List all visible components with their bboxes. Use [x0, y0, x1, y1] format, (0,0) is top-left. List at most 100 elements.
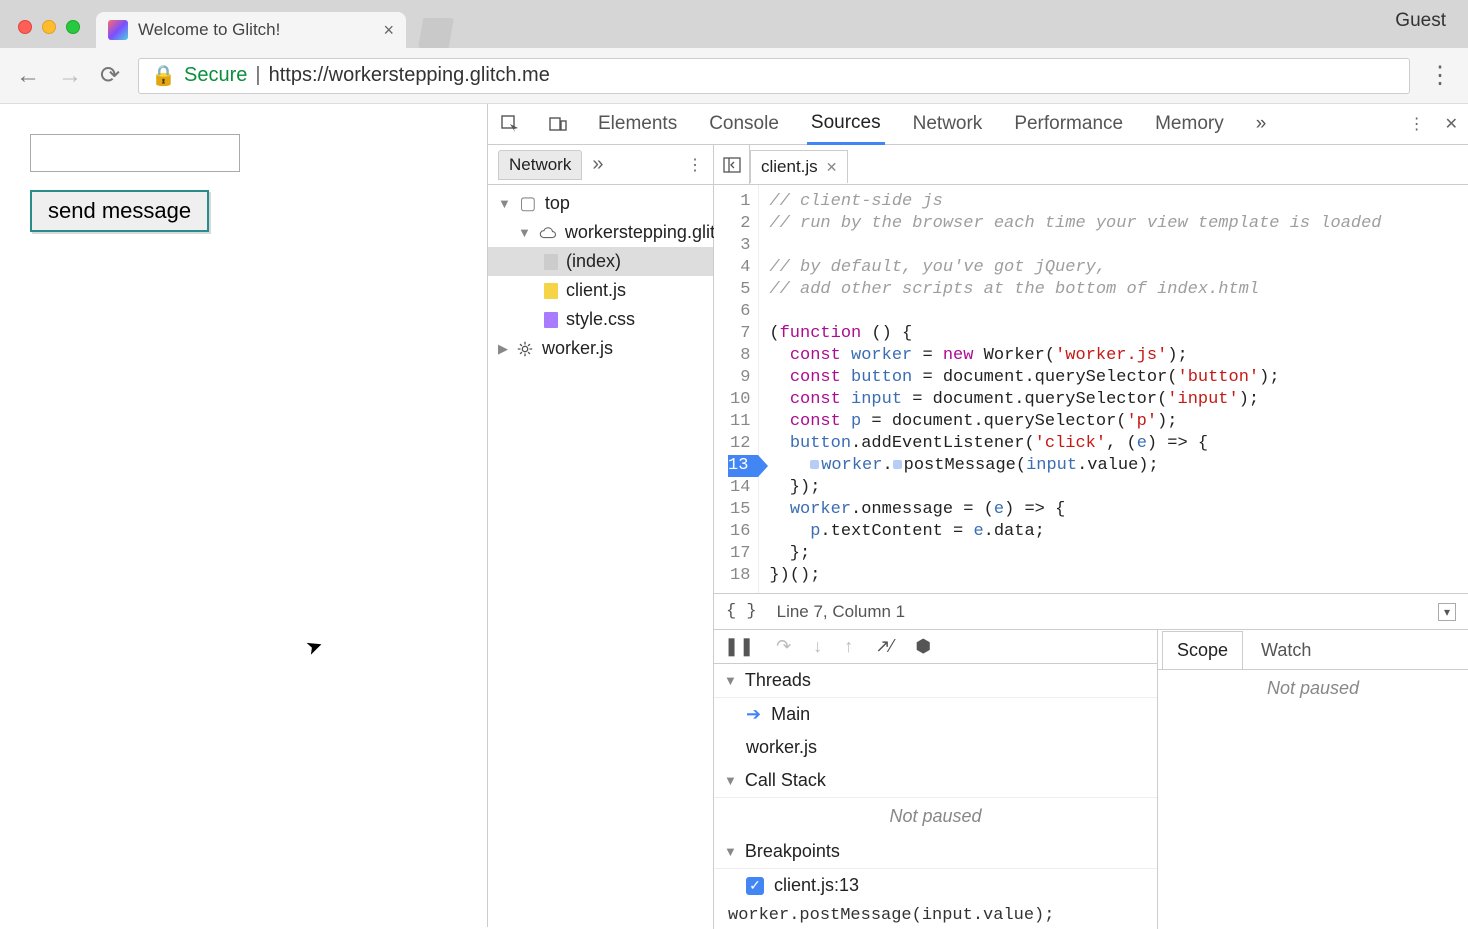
tree-file-stylecss[interactable]: style.css	[488, 305, 713, 334]
callstack-label: Call Stack	[745, 770, 826, 791]
tree-worker[interactable]: ▶ worker.js	[488, 334, 713, 363]
page-viewport: send message	[0, 104, 488, 927]
toggle-navigator-icon[interactable]	[714, 145, 750, 184]
pause-on-exceptions-icon[interactable]: ⬢	[915, 636, 931, 657]
browser-tab-strip: Welcome to Glitch! × Guest	[0, 0, 1468, 48]
message-input[interactable]	[30, 134, 240, 172]
window-close-button[interactable]	[18, 20, 32, 34]
tree-file-label: style.css	[566, 309, 635, 330]
tab-scope[interactable]: Scope	[1162, 631, 1243, 669]
editor-tab-close-icon[interactable]: ✕	[826, 159, 838, 176]
window-maximize-button[interactable]	[66, 20, 80, 34]
tree-file-label: client.js	[566, 280, 626, 301]
tree-worker-label: worker.js	[542, 338, 613, 359]
css-file-icon	[544, 312, 558, 328]
tab-favicon	[108, 20, 128, 40]
devtools-tabbar: Elements Console Sources Network Perform…	[488, 104, 1468, 145]
reload-button[interactable]: ⟳	[100, 61, 120, 90]
tree-domain[interactable]: ▼ workerstepping.glitch	[488, 218, 713, 247]
callstack-empty: Not paused	[714, 798, 1157, 835]
profile-guest-label[interactable]: Guest	[1395, 10, 1446, 32]
tab-console[interactable]: Console	[705, 105, 783, 143]
inspect-element-icon[interactable]	[498, 112, 522, 136]
tab-network[interactable]: Network	[909, 105, 987, 143]
code-editor: client.js ✕ 123456789101112131415161718 …	[714, 145, 1468, 929]
url-omnibox[interactable]: 🔒 Secure | https://workerstepping.glitch…	[138, 58, 1410, 94]
breakpoint-file: client.js:13	[774, 875, 859, 896]
active-thread-arrow-icon: ➔	[746, 704, 761, 725]
tab-close-icon[interactable]: ×	[383, 20, 394, 41]
line-gutter[interactable]: 123456789101112131415161718	[714, 185, 759, 593]
tree-frame-label: top	[545, 193, 570, 214]
editor-tab-bar: client.js ✕	[714, 145, 1468, 185]
thread-label: Main	[771, 704, 810, 725]
scope-empty: Not paused	[1158, 670, 1468, 707]
disclosure-triangle-icon[interactable]: ▼	[498, 196, 511, 211]
pretty-print-icon[interactable]: { }	[726, 602, 757, 621]
forward-button[interactable]: →	[58, 62, 82, 90]
breakpoints-header[interactable]: ▼ Breakpoints	[714, 835, 1157, 869]
show-console-icon[interactable]: ▾	[1438, 603, 1456, 621]
scope-tab-bar: Scope Watch	[1158, 630, 1468, 670]
devtools-panel: Elements Console Sources Network Perform…	[488, 104, 1468, 927]
threads-header[interactable]: ▼ Threads	[714, 664, 1157, 698]
tab-memory[interactable]: Memory	[1151, 105, 1228, 143]
send-message-button[interactable]: send message	[30, 190, 209, 232]
step-out-icon[interactable]: ↑	[844, 636, 853, 657]
device-toolbar-icon[interactable]	[546, 112, 570, 136]
editor-tab-clientjs[interactable]: client.js ✕	[750, 150, 848, 183]
editor-footer: { } Line 7, Column 1 ▾	[714, 593, 1468, 629]
tab-watch[interactable]: Watch	[1247, 632, 1325, 669]
navigator-tab-network[interactable]: Network	[498, 150, 582, 180]
breakpoint-item[interactable]: ✓ client.js:13	[714, 869, 1157, 902]
lock-icon: 🔒	[151, 63, 176, 88]
thread-label: worker.js	[746, 737, 817, 758]
code-area[interactable]: 123456789101112131415161718 // client-si…	[714, 185, 1468, 593]
url-separator: |	[255, 64, 260, 87]
devtools-close-icon[interactable]: ✕	[1445, 114, 1458, 134]
disclosure-triangle-icon[interactable]: ▼	[724, 773, 737, 788]
cloud-icon	[539, 226, 557, 240]
devtools-settings-icon[interactable]: ⋮	[1409, 114, 1425, 134]
pause-icon[interactable]: ❚❚	[724, 636, 754, 657]
tree-frame-top[interactable]: ▼ top	[488, 189, 713, 218]
deactivate-breakpoints-icon[interactable]: ↗⁄	[875, 636, 893, 657]
tree-file-index[interactable]: (index)	[488, 247, 713, 276]
step-into-icon[interactable]: ↓	[813, 636, 822, 657]
debugger-left-pane: ❚❚ ↷ ↓ ↑ ↗⁄ ⬢ ▼ Threads ➔	[714, 630, 1158, 929]
tree-domain-label: workerstepping.glitch	[565, 222, 734, 243]
new-tab-button[interactable]	[418, 18, 454, 48]
tab-performance[interactable]: Performance	[1010, 105, 1127, 143]
tab-elements[interactable]: Elements	[594, 105, 681, 143]
disclosure-triangle-icon[interactable]: ▶	[498, 341, 508, 357]
breakpoint-checkbox[interactable]: ✓	[746, 877, 764, 895]
tree-file-label: (index)	[566, 251, 621, 272]
url-text: https://workerstepping.glitch.me	[269, 64, 550, 87]
breakpoints-label: Breakpoints	[745, 841, 840, 862]
tab-sources[interactable]: Sources	[807, 104, 885, 145]
breakpoint-snippet: worker.postMessage(input.value);	[714, 902, 1157, 929]
browser-menu-icon[interactable]: ⋮	[1428, 61, 1452, 90]
tree-file-clientjs[interactable]: client.js	[488, 276, 713, 305]
disclosure-triangle-icon[interactable]: ▼	[724, 844, 737, 859]
step-over-icon[interactable]: ↷	[776, 636, 791, 657]
navigator-tabs-overflow-icon[interactable]: »	[592, 153, 603, 176]
thread-worker[interactable]: worker.js	[714, 731, 1157, 764]
js-file-icon	[544, 283, 558, 299]
navigator-menu-icon[interactable]: ⋮	[687, 155, 703, 175]
disclosure-triangle-icon[interactable]: ▼	[724, 673, 737, 688]
code-lines[interactable]: // client-side js// run by the browser e…	[759, 185, 1391, 593]
worker-gear-icon	[516, 340, 534, 358]
debugger-toolbar: ❚❚ ↷ ↓ ↑ ↗⁄ ⬢	[714, 630, 1157, 664]
sources-navigator: Network » ⋮ ▼ top ▼ workerstepping.glitc…	[488, 145, 714, 929]
callstack-header[interactable]: ▼ Call Stack	[714, 764, 1157, 798]
disclosure-triangle-icon[interactable]: ▼	[518, 225, 531, 240]
tabs-overflow-icon[interactable]: »	[1252, 105, 1271, 143]
navigator-header: Network » ⋮	[488, 145, 713, 185]
debugger-panels: ❚❚ ↷ ↓ ↑ ↗⁄ ⬢ ▼ Threads ➔	[714, 629, 1468, 929]
thread-main[interactable]: ➔ Main	[714, 698, 1157, 731]
browser-tab[interactable]: Welcome to Glitch! ×	[96, 12, 406, 48]
window-minimize-button[interactable]	[42, 20, 56, 34]
window-controls	[18, 20, 80, 34]
back-button[interactable]: ←	[16, 62, 40, 90]
